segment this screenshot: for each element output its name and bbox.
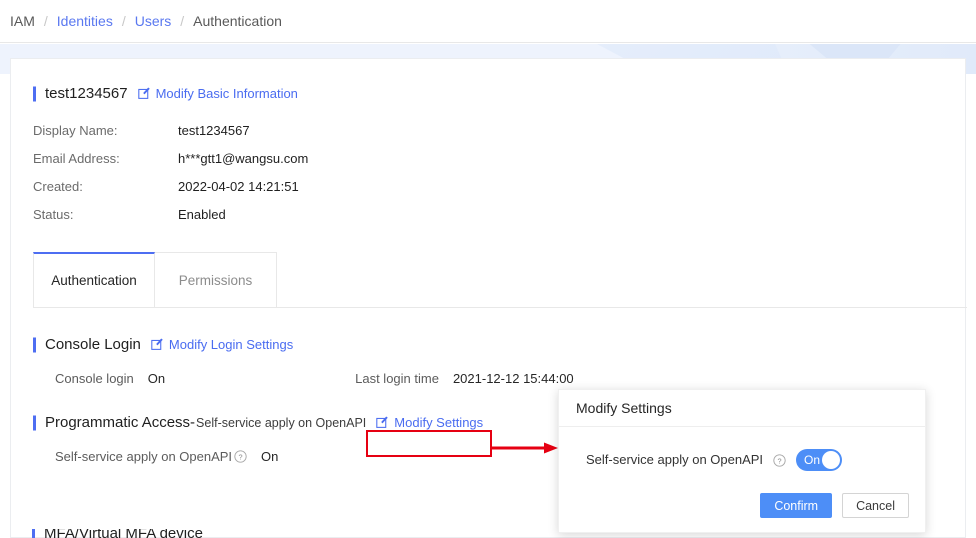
info-row-created: Created: 2022-04-02 14:21:51: [33, 172, 965, 200]
dialog-title: Modify Settings: [576, 400, 672, 416]
toggle-knob: [822, 451, 840, 469]
breadcrumb-separator: /: [44, 13, 48, 29]
breadcrumb-item-authentication: Authentication: [193, 13, 282, 29]
info-row-email-address: Email Address: h***gtt1@wangsu.com: [33, 144, 965, 172]
modify-basic-information-label: Modify Basic Information: [156, 86, 298, 101]
edit-icon: [151, 338, 164, 351]
svg-text:?: ?: [778, 456, 782, 465]
self-service-openapi-value: On: [261, 449, 278, 464]
confirm-button[interactable]: Confirm: [760, 493, 832, 518]
console-login-row: Console login On Last login time 2021-12…: [33, 371, 965, 386]
modify-login-settings-link[interactable]: Modify Login Settings: [151, 337, 293, 352]
cancel-button[interactable]: Cancel: [842, 493, 909, 518]
next-section-title: MFA/Virtual MFA device: [44, 529, 203, 538]
tab-permissions[interactable]: Permissions: [155, 252, 277, 307]
info-label: Display Name:: [33, 123, 178, 138]
console-login-row-value: On: [148, 371, 165, 386]
modify-login-settings-label: Modify Login Settings: [169, 337, 293, 352]
edit-icon: [376, 416, 389, 429]
info-value: Enabled: [178, 207, 226, 222]
info-label: Email Address:: [33, 151, 178, 166]
help-icon[interactable]: ?: [773, 454, 786, 467]
breadcrumb-item-iam: IAM: [10, 13, 35, 29]
modify-settings-dialog: Modify Settings Self-service apply on Op…: [558, 389, 926, 533]
breadcrumb-separator: /: [180, 13, 184, 29]
info-row-display-name: Display Name: test1234567: [33, 116, 965, 144]
dialog-footer: Confirm Cancel: [559, 485, 925, 532]
programmatic-access-title: Programmatic Access-: [45, 414, 195, 431]
breadcrumb-item-identities[interactable]: Identities: [57, 13, 113, 29]
dialog-field-label: Self-service apply on OpenAPI: [586, 449, 763, 471]
info-value: h***gtt1@wangsu.com: [178, 151, 308, 166]
info-value: 2022-04-02 14:21:51: [178, 179, 299, 194]
last-login-time-label: Last login time: [355, 371, 439, 386]
modify-basic-information-link[interactable]: Modify Basic Information: [138, 86, 298, 101]
user-info-list: Display Name: test1234567 Email Address:…: [33, 116, 965, 228]
tab-label: Permissions: [179, 273, 253, 288]
help-icon[interactable]: ?: [234, 450, 247, 463]
modify-settings-label: Modify Settings: [394, 415, 483, 430]
toggle-state-label: On: [804, 449, 820, 471]
dialog-body: Self-service apply on OpenAPI ? On: [559, 427, 925, 485]
breadcrumb: IAM / Identities / Users / Authenticatio…: [0, 0, 976, 43]
page-title: test1234567: [45, 85, 128, 102]
breadcrumb-separator: /: [122, 13, 126, 29]
tab-authentication[interactable]: Authentication: [33, 252, 155, 307]
console-login-title-row: Console Login Modify Login Settings: [33, 336, 965, 353]
console-login-row-label: Console login: [55, 371, 134, 386]
breadcrumb-item-users[interactable]: Users: [135, 13, 172, 29]
info-row-status: Status: Enabled: [33, 200, 965, 228]
svg-text:?: ?: [239, 452, 243, 461]
dialog-header: Modify Settings: [559, 390, 925, 427]
info-value: test1234567: [178, 123, 250, 138]
user-title-row: test1234567 Modify Basic Information: [33, 85, 965, 102]
console-login-title: Console Login: [45, 336, 141, 353]
info-label: Status:: [33, 207, 178, 222]
info-label: Created:: [33, 179, 178, 194]
self-service-openapi-label: Self-service apply on OpenAPI: [55, 449, 232, 464]
self-service-openapi-toggle[interactable]: On: [796, 449, 842, 471]
tab-label: Authentication: [51, 273, 137, 288]
next-section-partial: MFA/Virtual MFA device: [32, 529, 203, 538]
modify-settings-link[interactable]: Modify Settings: [376, 415, 483, 430]
last-login-time-value: 2021-12-12 15:44:00: [453, 371, 574, 386]
console-login-section: Console Login Modify Login Settings Cons…: [33, 336, 965, 386]
edit-icon: [138, 87, 151, 100]
tab-bar: Authentication Permissions: [33, 252, 967, 308]
programmatic-access-subtitle: Self-service apply on OpenAPI: [196, 416, 366, 430]
